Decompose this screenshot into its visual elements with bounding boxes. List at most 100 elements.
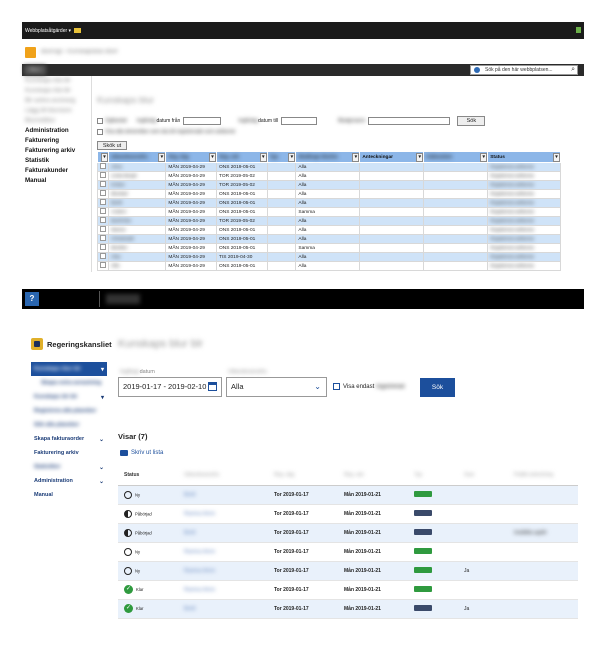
table-row[interactable]: Ny Rasmus Annn Tor 2019-01-17 Mån 2019-01-2… xyxy=(118,561,578,581)
chevron-down-icon[interactable]: ⌄ xyxy=(99,436,104,443)
table-row[interactable]: Ny Rasmus Annn Tor 2019-01-17 Mån 2019-01-2… xyxy=(118,542,578,562)
sidebar-item[interactable]: Kunskaps bla blr xyxy=(22,76,91,86)
column-header[interactable]: Svar xyxy=(458,466,508,486)
row-select-cell[interactable] xyxy=(96,162,110,172)
table-row[interactable]: Manne MÅN 2019-04-29 ONS 2019-05-01 Alla Reg… xyxy=(96,225,561,235)
filter-dropdown-icon[interactable]: ▾ xyxy=(288,153,296,162)
sidebar-item[interactable]: Fakturering arkiv xyxy=(22,146,91,156)
name-link[interactable]: Rasmus Annn xyxy=(184,511,215,517)
nav-item[interactable]: Kunskaps blr blr ▾ xyxy=(31,390,107,404)
name-cell[interactable]: Bertil xyxy=(178,523,268,543)
search-button[interactable]: Sök xyxy=(457,116,486,126)
row-select-cell[interactable] xyxy=(96,198,110,208)
name-cell[interactable]: Bertil xyxy=(178,599,268,619)
name-cell[interactable]: Anders xyxy=(108,207,167,217)
name-cell[interactable]: Rasmus Annn xyxy=(178,561,268,581)
row-checkbox[interactable] xyxy=(100,199,106,205)
ribbon-tab[interactable]: Blurr xyxy=(24,65,46,75)
table-row[interactable]: Krister MÅN 2019-04-29 TOR 2019-05-02 Alla R… xyxy=(96,180,561,190)
date-range-input[interactable]: 2019-01-17 - 2019-02-10 xyxy=(118,377,222,397)
from-date-input[interactable] xyxy=(183,117,222,125)
search-button[interactable]: Sök xyxy=(420,378,455,397)
filter-dropdown-icon[interactable]: ▾ xyxy=(553,153,560,162)
filter-dropdown-icon[interactable]: ▾ xyxy=(209,153,217,162)
row-select-cell[interactable] xyxy=(96,261,110,271)
filter-dropdown-icon[interactable]: ▾ xyxy=(101,153,109,162)
nav-item[interactable]: Fakturering arkiv xyxy=(31,446,107,460)
column-header[interactable]: Uttansbvarssfra xyxy=(178,466,268,486)
column-header[interactable]: Reg. dag ▾ xyxy=(165,151,218,163)
nav-item[interactable]: Sök alla planeber xyxy=(31,418,107,432)
name-cell[interactable]: Christinabl xyxy=(108,234,167,244)
name-cell[interactable]: Rasmus Annn xyxy=(178,542,268,562)
table-row[interactable]: Linda Bergh MÅN 2019-04-29 TOR 2019-05-02 A… xyxy=(96,171,561,181)
chevron-down-icon[interactable]: ▾ xyxy=(101,366,104,373)
table-row[interactable]: ✓ Klar Bertil Tor 2019-01-17 Mån 2019-01-21 J… xyxy=(118,599,578,619)
filter-dropdown-icon[interactable]: ▾ xyxy=(158,153,166,162)
chevron-down-icon[interactable]: ⌄ xyxy=(99,464,104,471)
sidebar-item[interactable]: Kunskaps bla blr xyxy=(22,86,91,96)
row-checkbox[interactable] xyxy=(100,253,106,259)
name-cell[interactable]: Bertil xyxy=(178,485,268,505)
sidebar-item[interactable]: Blurredblur xyxy=(22,116,91,126)
name-cell[interactable]: Bertil blur xyxy=(108,216,167,226)
row-select-cell[interactable] xyxy=(96,180,110,190)
column-header[interactable]: Typ ▾ xyxy=(266,151,297,163)
name-cell[interactable]: Linda Bergh xyxy=(108,171,167,181)
table-row[interactable]: Alsa MÅN 2019-04-29 TIS 2019-04-30 Alla Regi… xyxy=(96,252,561,262)
row-select-cell[interactable] xyxy=(96,207,110,217)
name-link[interactable]: Bertil xyxy=(184,606,195,612)
table-row[interactable]: Olle MÅN 2019-04-29 ONS 2019-05-01 Alla Regi… xyxy=(96,261,561,271)
sidebar-item[interactable]: Lägg till blurstom xyxy=(22,106,91,116)
nav-item[interactable]: Registrera alla planeber xyxy=(31,404,107,418)
nav-item[interactable]: Skapa fakturaorder ⌄ xyxy=(31,432,107,446)
row-checkbox[interactable] xyxy=(100,181,106,187)
chevron-down-icon[interactable]: ▾ xyxy=(101,394,104,401)
print-list-link[interactable]: Skriv ut lista xyxy=(120,450,163,456)
sidebar-item[interactable]: Fakturakunder xyxy=(22,166,91,176)
calendar-icon[interactable] xyxy=(208,382,217,391)
folder-icon[interactable] xyxy=(74,28,82,33)
table-row[interactable]: Blurbler MÅN 2019-04-29 ONS 2019-05-01 Samm… xyxy=(96,243,561,253)
row-checkbox[interactable] xyxy=(100,226,106,232)
name-link[interactable]: Bertil xyxy=(184,492,195,498)
table-row[interactable]: Bertil blur MÅN 2019-04-29 TOR 2019-05-02 A… xyxy=(96,216,561,226)
breadcrumb-text[interactable]: Blurrogr › Kunskapsbas Blurr xyxy=(41,49,118,55)
row-checkbox[interactable] xyxy=(100,217,106,223)
name-link[interactable]: Rasmus Annn xyxy=(184,587,215,593)
site-logo-icon[interactable] xyxy=(25,46,36,58)
row-checkbox[interactable] xyxy=(100,172,106,178)
sidebar-item[interactable]: Manual xyxy=(22,176,91,186)
visa-endast-checkbox[interactable] xyxy=(333,383,340,390)
type-select[interactable]: Alla ⌄ xyxy=(226,377,327,397)
name-cell[interactable]: Blurdad xyxy=(108,189,167,199)
name-cell[interactable]: Krister xyxy=(108,180,167,190)
row-checkbox[interactable] xyxy=(100,163,106,169)
sidebar-item[interactable]: Administration xyxy=(22,126,91,136)
column-header[interactable]: Status xyxy=(118,466,178,486)
site-search-input[interactable]: Sök på den här webbplatsen... ⌕ xyxy=(470,65,578,75)
nav-item[interactable]: Kunskaps blur blr ▾ xyxy=(31,362,107,376)
table-row[interactable]: Påbörjad Rasmus Annn Tor 2019-01-17 Mån 201… xyxy=(118,504,578,524)
column-header[interactable]: Bladbugs blurlnn ▾ xyxy=(295,151,361,163)
row-checkbox[interactable] xyxy=(100,235,106,241)
column-header[interactable]: Uttansbvarssfra ▾ xyxy=(108,151,167,163)
column-header[interactable]: Typ xyxy=(408,466,458,486)
row-checkbox[interactable] xyxy=(100,190,106,196)
nav-item[interactable]: Administration ⌄ xyxy=(31,474,107,488)
chevron-down-icon[interactable]: ⌄ xyxy=(99,478,104,485)
table-row[interactable]: Påbörjad Bertil Tor 2019-01-17 Mån 2019-01-… xyxy=(118,523,578,543)
table-row[interactable]: Alma MÅN 2019-04-29 ONS 2019-05-01 Alla Regi… xyxy=(96,162,561,172)
name-cell[interactable]: Bertil xyxy=(108,198,167,208)
help-icon[interactable]: ? xyxy=(25,292,39,306)
column-header[interactable]: Reg. avk xyxy=(338,466,408,486)
filter-dropdown-icon[interactable]: ▾ xyxy=(352,153,360,162)
row-checkbox[interactable] xyxy=(100,244,106,250)
visa-endast-checkbox-row[interactable]: Visa endast registrerad xyxy=(333,383,405,390)
show-all-checkbox[interactable] xyxy=(97,129,103,135)
third-filter-input[interactable] xyxy=(368,117,451,125)
name-link[interactable]: Rasmus Annn xyxy=(184,549,215,555)
name-cell[interactable]: Blurbler xyxy=(108,243,167,253)
site-actions-menu[interactable]: Webbplatsåtgärder ▾ xyxy=(25,28,71,34)
sidebar-item[interactable]: Fakturering xyxy=(22,136,91,146)
